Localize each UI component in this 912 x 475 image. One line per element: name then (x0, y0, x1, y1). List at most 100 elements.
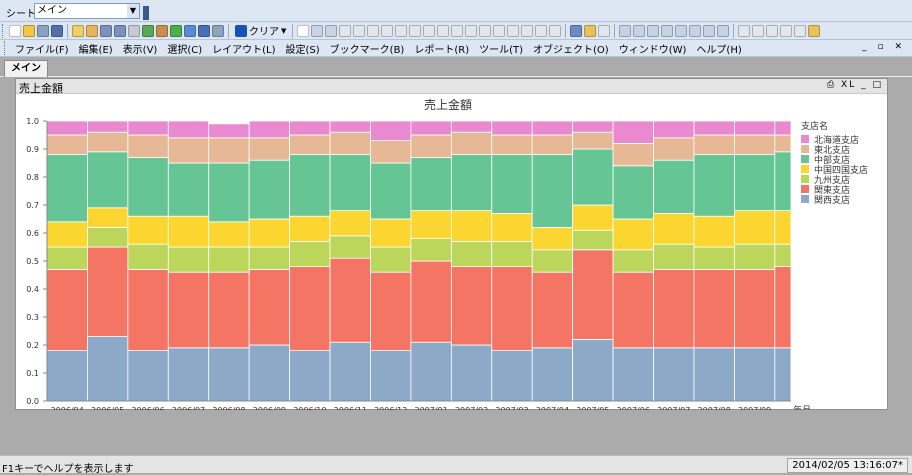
toolbar-grip[interactable] (2, 23, 5, 38)
bar-segment (653, 268, 695, 349)
menu-bookmarks[interactable]: ブックマーク(B) (325, 41, 410, 56)
print-icon[interactable]: ⎙ (827, 80, 836, 90)
search-icon[interactable] (128, 24, 140, 37)
line-icon[interactable] (479, 24, 492, 37)
menu-grip[interactable] (4, 41, 7, 55)
x-tick-label: 2007/08 (698, 406, 731, 410)
legend-swatch (801, 135, 809, 143)
export-icon[interactable] (808, 24, 821, 37)
menu-edit[interactable]: 編集(E) (74, 41, 118, 56)
back-icon[interactable] (311, 24, 324, 37)
context-help-icon[interactable] (212, 24, 224, 37)
chevron-down-icon[interactable]: ▼ (127, 4, 139, 18)
wizard-icon[interactable] (570, 24, 583, 37)
slider-icon[interactable] (409, 24, 422, 37)
sum-icon[interactable] (367, 24, 380, 37)
menu-selection[interactable]: 選択(C) (162, 41, 207, 56)
align-right-icon[interactable] (647, 24, 660, 37)
brush-icon[interactable] (584, 24, 597, 37)
panel-controls[interactable]: ⎙ XL _ □ (827, 80, 883, 90)
star-icon[interactable] (170, 24, 182, 37)
search-object-icon[interactable] (535, 24, 548, 37)
forward-icon[interactable] (325, 24, 338, 37)
bar-segment (208, 162, 250, 223)
sheet-properties-icon[interactable] (766, 24, 779, 37)
bar-segment (46, 350, 88, 402)
menu-help[interactable]: ヘルプ(H) (691, 41, 746, 56)
mdi-window-controls[interactable]: _ ▫ ✕ (862, 42, 906, 52)
bar-segment (248, 268, 291, 346)
bar-segment (289, 215, 331, 242)
align-bottom-icon[interactable] (689, 24, 702, 37)
legend-item: 東北支店 (814, 144, 850, 156)
save-icon[interactable] (51, 24, 63, 37)
x-tick-label: 2006/04 (51, 406, 84, 410)
open-folder-icon[interactable] (23, 24, 35, 37)
input-box-icon[interactable] (423, 24, 436, 37)
clear-button[interactable]: クリア ▼ (232, 23, 289, 38)
excel-export-button[interactable]: XL (841, 80, 856, 90)
statistics-icon[interactable] (507, 24, 520, 37)
redo-icon[interactable] (114, 24, 126, 37)
menu-file[interactable]: ファイル(F) (10, 41, 74, 56)
legend-item: 関東支店 (814, 184, 850, 196)
bar-segment (450, 266, 493, 346)
spread-vertical-icon[interactable] (717, 24, 730, 37)
bar-segment (208, 221, 250, 248)
table-icon[interactable] (353, 24, 366, 37)
sheet-object-icon[interactable] (297, 24, 310, 37)
user-preferences-icon[interactable] (794, 24, 807, 37)
legend-item: 中部支店 (814, 154, 850, 166)
bookmark-object-icon[interactable] (521, 24, 534, 37)
container-icon[interactable] (549, 24, 562, 37)
bar-segment (491, 134, 533, 156)
undo-icon[interactable] (100, 24, 112, 37)
align-left-icon[interactable] (619, 24, 632, 37)
text-icon[interactable] (395, 24, 408, 37)
toolbar-overflow-handle[interactable] (143, 6, 149, 20)
bar-segment (572, 204, 614, 231)
bar-segment (450, 131, 493, 156)
new-icon[interactable] (9, 24, 21, 37)
menu-object[interactable]: オブジェクト(O) (528, 41, 614, 56)
spread-horizontal-icon[interactable] (703, 24, 716, 37)
tools-icon[interactable] (598, 24, 611, 37)
x-tick-label: 2006/07 (172, 406, 205, 410)
properties-icon[interactable] (738, 24, 751, 37)
document-properties-icon[interactable] (780, 24, 793, 37)
minimize-icon[interactable]: _ (861, 80, 868, 90)
edit-module-icon[interactable] (752, 24, 765, 37)
y-tick-label: 0.2 (26, 341, 39, 350)
grid-icon[interactable] (381, 24, 394, 37)
x-tick-label: 2007/01 (415, 406, 448, 410)
listbox-icon[interactable] (339, 24, 352, 37)
refresh-icon[interactable] (37, 24, 49, 37)
bar-segment (127, 268, 169, 351)
align-center-icon[interactable] (633, 24, 646, 37)
menu-window[interactable]: ウィンドウ(W) (614, 41, 692, 56)
edit-script-icon[interactable] (86, 24, 98, 37)
current-selection-icon[interactable] (437, 24, 450, 37)
maximize-icon[interactable]: □ (872, 80, 883, 90)
menu-settings[interactable]: 設定(S) (281, 41, 325, 56)
menu-view[interactable]: 表示(V) (118, 41, 163, 56)
menu-layout[interactable]: レイアウト(L) (207, 41, 280, 56)
menu-tools[interactable]: ツール(T) (474, 41, 528, 56)
text-object-icon[interactable] (465, 24, 478, 37)
menu-reports[interactable]: レポート(R) (409, 41, 474, 56)
x-tick-label: 2007/02 (455, 406, 488, 410)
edit-object-icon[interactable] (184, 24, 196, 37)
chart-icon[interactable] (156, 24, 168, 37)
multi-box-icon[interactable] (451, 24, 464, 37)
checkbox-icon[interactable] (142, 24, 154, 37)
edit-icon[interactable] (72, 24, 84, 37)
sheet-select[interactable]: メイン ▼ (34, 3, 140, 19)
tab-main[interactable]: メイン (4, 60, 48, 77)
bar-segment (370, 162, 412, 220)
align-middle-icon[interactable] (675, 24, 688, 37)
help-icon[interactable] (198, 24, 210, 37)
chevron-down-icon[interactable]: ▼ (281, 27, 286, 35)
align-top-icon[interactable] (661, 24, 674, 37)
button-object-icon[interactable] (493, 24, 506, 37)
bar-segment (612, 347, 654, 402)
